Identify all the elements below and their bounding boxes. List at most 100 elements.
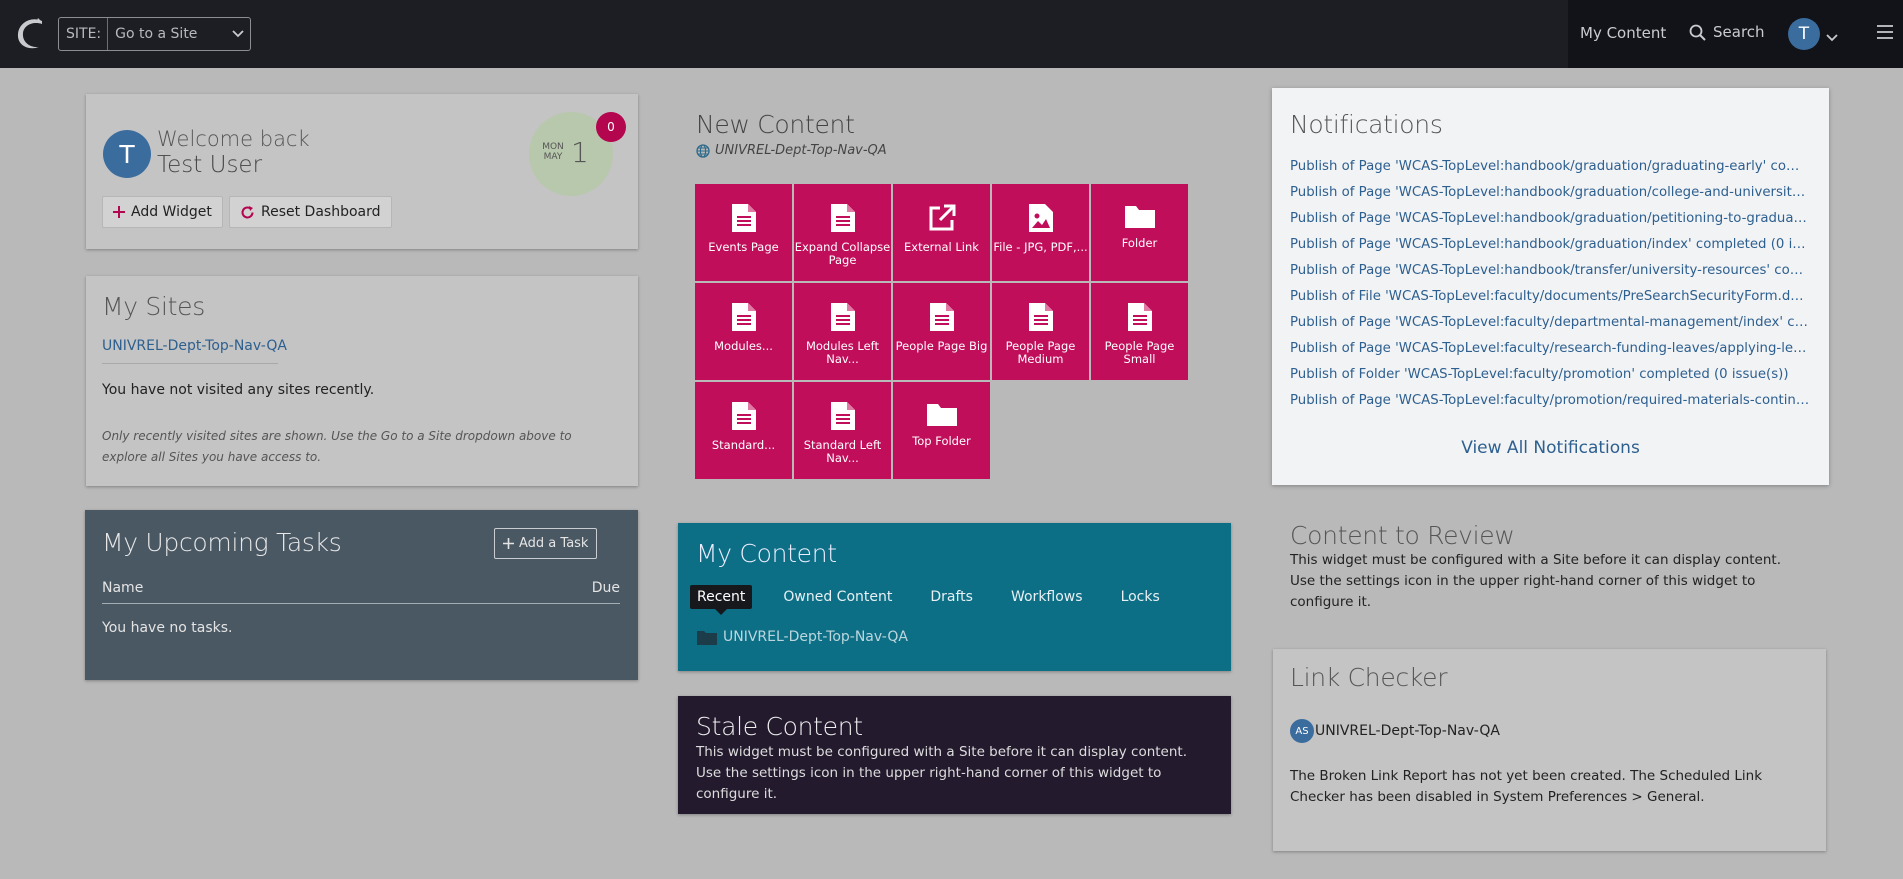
notification-item[interactable]: Publish of Page 'WCAS-TopLevel:handbook/… [1290,180,1810,206]
welcome-greeting: Welcome back [157,127,310,151]
content-type-grid: Events Page Expand Collapse Page External … [695,184,1188,479]
page-icon [830,303,855,340]
upcoming-tasks-widget: My Upcoming Tasks Add a Task Name Due Yo… [85,510,638,680]
content-type-tile[interactable]: Folder [1091,184,1188,281]
folder-icon [697,631,717,645]
cascade-logo[interactable] [12,14,50,52]
config-message: This widget must be configured with a Si… [696,744,1188,802]
site-select[interactable]: SITE: Go to a Site [58,17,251,51]
page-icon [731,402,756,439]
site-name: UNIVREL-Dept-Top-Nav-QA [1315,723,1500,739]
hamburger-menu-icon[interactable] [1876,24,1894,44]
add-task-button[interactable]: Add a Task [494,528,598,559]
page-icon [731,303,756,340]
content-to-review-widget: Content to Review This widget must be co… [1272,519,1829,610]
empty-message: You have no tasks. [102,620,233,636]
tile-label: People Page Small [1104,339,1175,366]
tile-label: Modules Left Nav... [805,339,880,366]
tile-label: Folder [1121,236,1158,250]
column-header-due[interactable]: Due [592,580,620,596]
widget-title: My Upcoming Tasks [102,528,342,557]
column-header-name[interactable]: Name [102,580,143,596]
widget-title: Link Checker [1290,663,1448,692]
widget-title: My Sites [102,292,205,321]
content-type-tile[interactable]: Standard... [695,382,792,479]
content-type-tile[interactable]: External Link [893,184,990,281]
search-icon [1689,24,1706,41]
chevron-down-icon[interactable] [1826,27,1838,46]
tab-owned-content[interactable]: Owned Content [776,585,899,609]
widget-title: Stale Content [696,712,863,741]
content-type-tile[interactable]: People Page Big [893,283,990,380]
page-icon [830,402,855,439]
content-type-tile[interactable]: Standard Left Nav... [794,382,891,479]
site-name: UNIVREL-Dept-Top-Nav-QA [715,143,887,158]
tile-label: External Link [904,240,979,254]
content-type-tile[interactable]: People Page Small [1091,283,1188,380]
notification-item[interactable]: Publish of Page 'WCAS-TopLevel:faculty/p… [1290,388,1810,414]
site-select-label: SITE: [59,18,109,50]
tab-workflows[interactable]: Workflows [1004,585,1090,609]
content-type-tile[interactable]: Events Page [695,184,792,281]
list-item[interactable]: UNIVREL-Dept-Top-Nav-QA [697,629,908,645]
refresh-icon [241,205,254,218]
content-type-tile[interactable]: Modules Left Nav... [794,283,891,380]
top-right-nav: My Content Search T [1568,0,1903,68]
content-type-tile[interactable]: Top Folder [893,382,990,479]
notification-item[interactable]: Publish of Page 'WCAS-TopLevel:faculty/d… [1290,310,1810,336]
reset-dashboard-label: Reset Dashboard [261,204,381,220]
search-button[interactable]: Search [1689,23,1765,41]
content-type-tile[interactable]: File - JPG, PDF,... [992,184,1089,281]
my-sites-widget: My Sites UNIVREL-Dept-Top-Nav-QA You hav… [86,276,638,486]
notification-item[interactable]: Publish of Page 'WCAS-TopLevel:faculty/r… [1290,336,1810,362]
folder-icon [926,402,957,435]
my-content-link[interactable]: My Content [1580,24,1666,42]
notification-count-badge: 0 [596,112,626,142]
notification-item[interactable]: Publish of Page 'WCAS-TopLevel:handbook/… [1290,258,1810,284]
date-weekday: MON [542,142,564,152]
widget-title: New Content [696,110,855,139]
content-type-tile[interactable]: Expand Collapse Page [794,184,891,281]
notification-item[interactable]: Publish of File 'WCAS-TopLevel:faculty/d… [1290,284,1810,310]
external-link-icon [928,204,956,241]
notification-list: Publish of Page 'WCAS-TopLevel:handbook/… [1290,154,1810,414]
date-day: 1 [571,136,589,169]
tile-label: Standard... [711,438,776,452]
page-icon [1028,303,1053,340]
tile-label: Standard Left Nav... [803,438,882,465]
user-avatar[interactable]: T [1788,18,1820,50]
link-checker-site: AS UNIVREL-Dept-Top-Nav-QA [1290,719,1500,743]
date-weekday-month: MON MAY [541,142,565,162]
page-icon [731,204,756,241]
empty-message: You have not visited any sites recently. [102,382,375,398]
avatar: T [103,130,151,178]
notification-item[interactable]: Publish of Folder 'WCAS-TopLevel:faculty… [1290,362,1810,388]
folder-icon [1124,204,1155,237]
tab-recent[interactable]: Recent [690,585,753,615]
tab-drafts[interactable]: Drafts [923,585,980,609]
chevron-down-icon [226,30,250,38]
tile-label: People Page Medium [1005,339,1076,366]
content-type-tile[interactable]: Modules... [695,283,792,380]
tile-label: Modules... [714,339,773,353]
tab-locks[interactable]: Locks [1114,585,1167,609]
add-widget-button[interactable]: Add Widget [102,196,223,228]
my-content-tabs: Recent Owned Content Drafts Workflows Lo… [690,585,1191,615]
content-type-tile[interactable]: People Page Medium [992,283,1089,380]
page-icon [830,204,855,241]
notification-item[interactable]: Publish of Page 'WCAS-TopLevel:handbook/… [1290,232,1810,258]
plus-icon [113,206,125,218]
my-content-widget: My Content Recent Owned Content Drafts W… [678,523,1231,671]
reset-dashboard-button[interactable]: Reset Dashboard [229,196,392,228]
widget-title: Notifications [1290,110,1443,139]
page-icon [1127,303,1152,340]
new-content-site: UNIVREL-Dept-Top-Nav-QA [696,143,887,158]
notification-item[interactable]: Publish of Page 'WCAS-TopLevel:handbook/… [1290,154,1810,180]
globe-icon [696,143,710,158]
view-all-notifications-link[interactable]: View All Notifications [1272,438,1829,458]
site-link[interactable]: UNIVREL-Dept-Top-Nav-QA [102,338,287,354]
notification-item[interactable]: Publish of Page 'WCAS-TopLevel:handbook/… [1290,206,1810,232]
plus-icon [503,538,514,549]
link-checker-widget: Link Checker AS UNIVREL-Dept-Top-Nav-QA … [1273,649,1826,851]
stale-content-widget: Stale Content This widget must be config… [678,696,1231,814]
